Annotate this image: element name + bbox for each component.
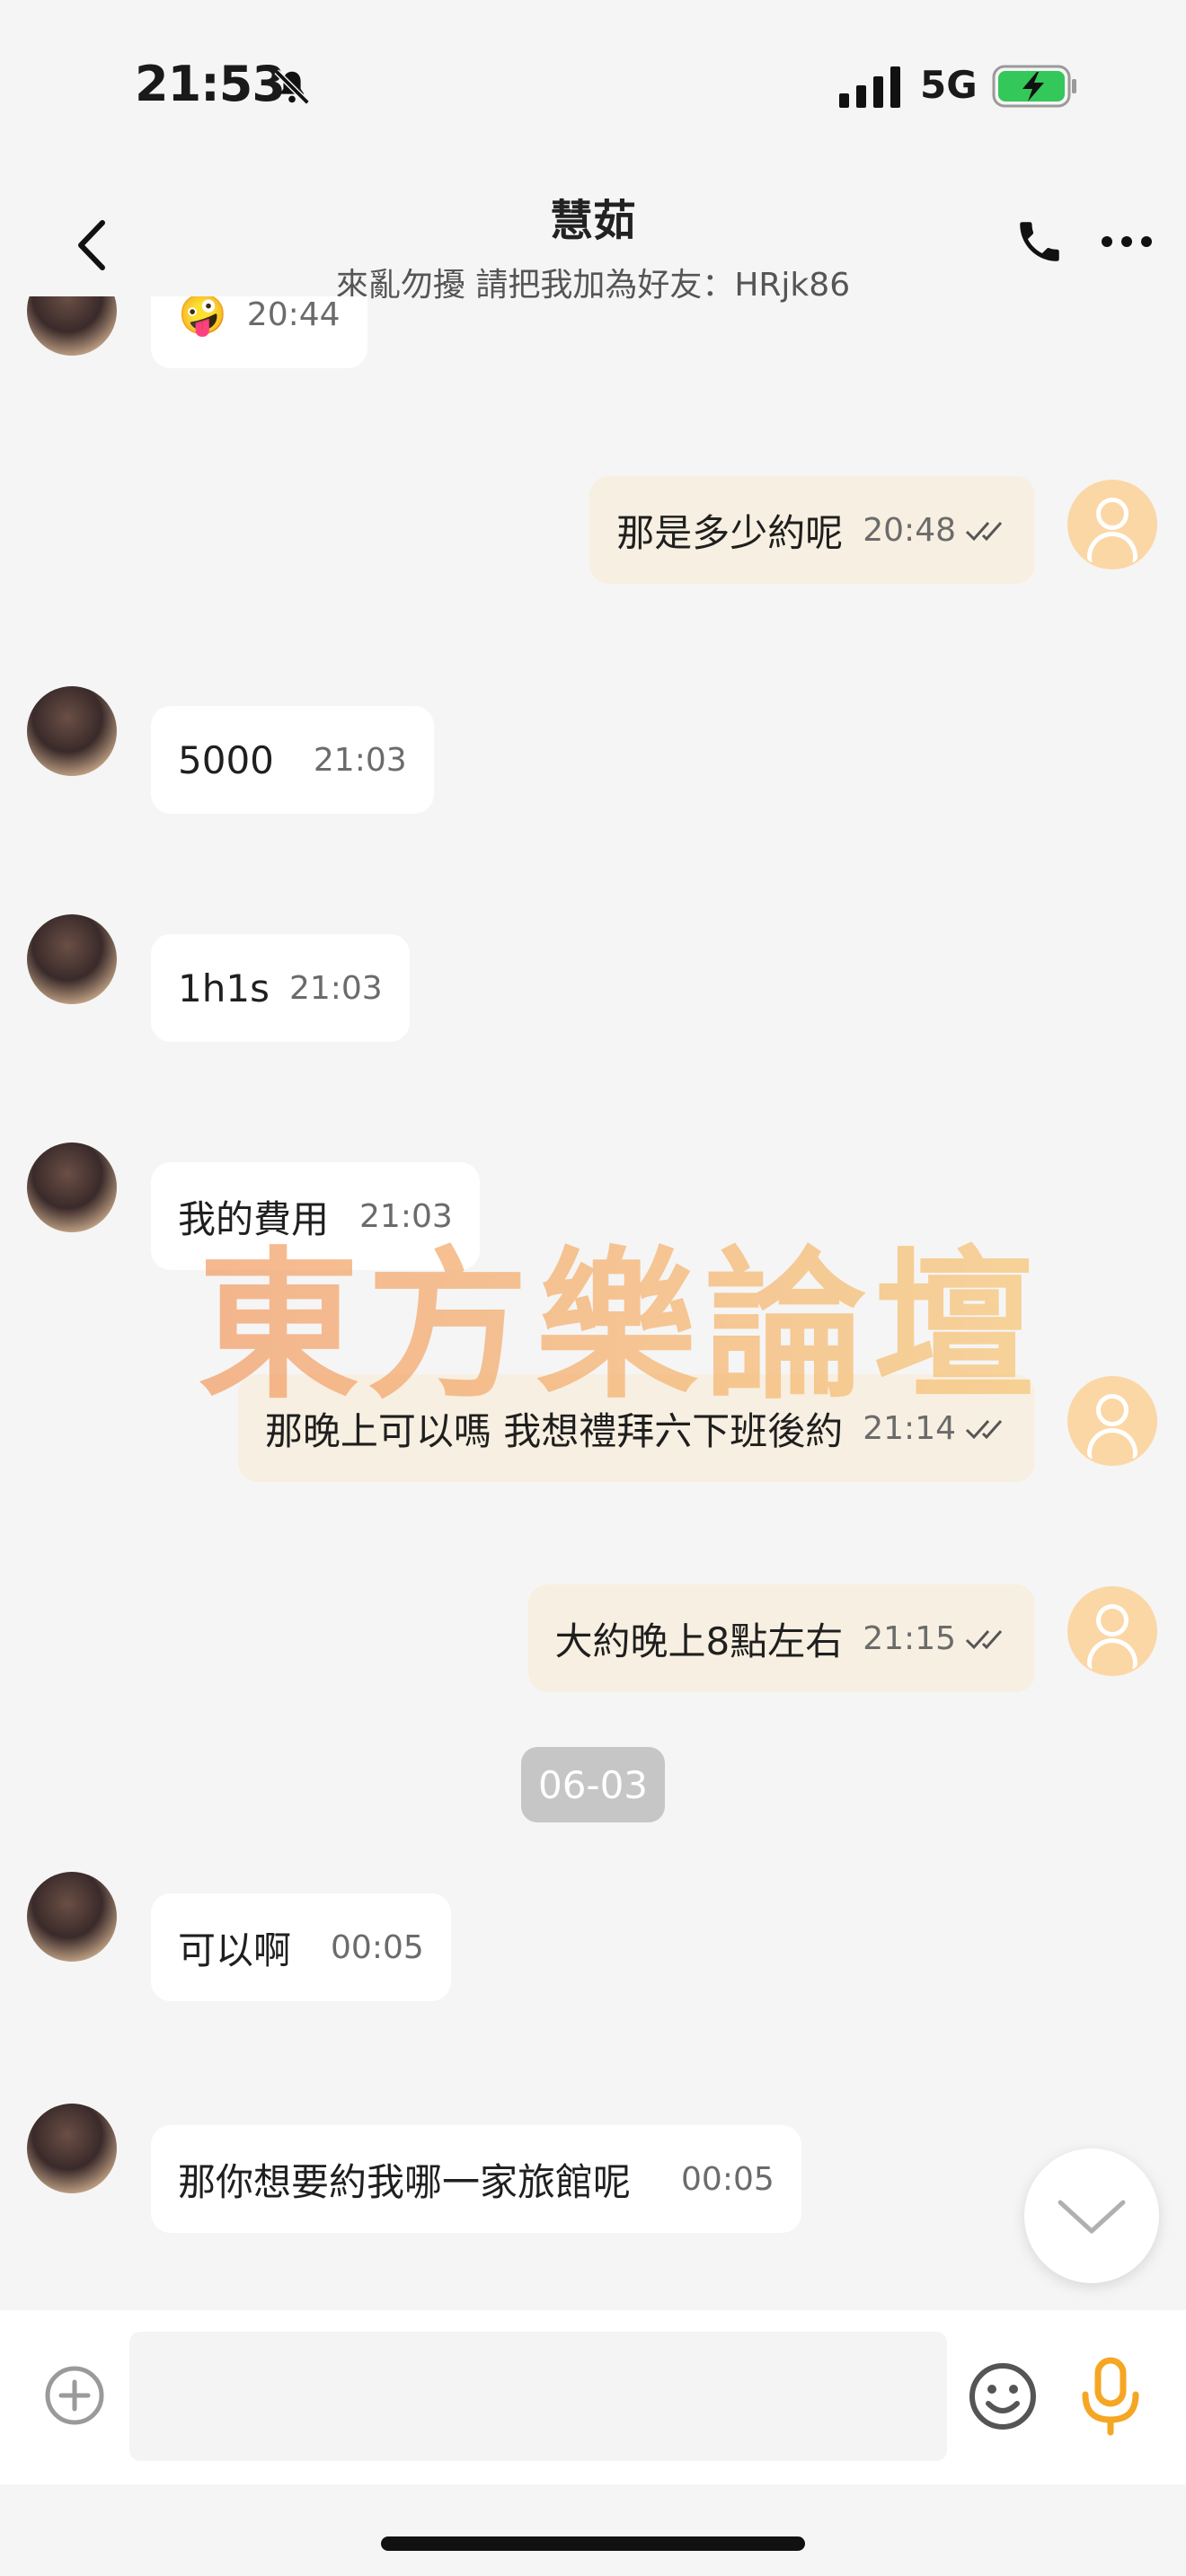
message-list[interactable]: 🤪 20:44 那是多少約呢 20:48 5000 21:03 1h1s 21:… <box>0 296 1186 2308</box>
contact-avatar[interactable] <box>27 2104 117 2193</box>
message-time: 20:44 <box>246 296 341 333</box>
contact-avatar[interactable] <box>27 686 117 776</box>
user-avatar[interactable] <box>1067 480 1157 569</box>
emoji-icon[interactable] <box>967 2360 1039 2432</box>
battery-charging-icon <box>992 65 1076 108</box>
chevron-down-icon <box>1058 2200 1126 2234</box>
chat-header: 慧茹 來亂勿擾 請把我加為好友：HRjk86 <box>0 162 1186 314</box>
message-time: 20:48 <box>863 511 956 549</box>
message-time: 21:03 <box>313 741 407 779</box>
message-bubble-incoming[interactable]: 我的費用 21:03 <box>151 1162 480 1270</box>
status-bar: 21:53 5G <box>0 0 1186 162</box>
emoji: 🤪 <box>178 296 227 338</box>
more-icon[interactable] <box>1100 230 1154 253</box>
message-text: 大約晚上8點左右 <box>554 1619 844 1663</box>
network-type: 5G <box>920 63 978 107</box>
message-bubble-outgoing[interactable]: 大約晚上8點左右 21:15 <box>527 1584 1035 1692</box>
message-text: 1h1s <box>178 966 270 1010</box>
message-text: 那你想要約我哪一家旅館呢 <box>178 2159 632 2204</box>
contact-name: 慧茹 <box>549 196 636 246</box>
date-divider: 06-03 <box>521 1747 665 1822</box>
double-check-icon <box>965 1420 1003 1440</box>
message-time: 21:14 <box>863 1409 956 1447</box>
contact-avatar[interactable] <box>27 1872 117 1962</box>
contact-avatar[interactable] <box>27 914 117 1004</box>
message-text: 那晚上可以嗎 我想禮拜六下班後約 <box>264 1408 844 1453</box>
double-check-icon <box>965 1630 1003 1650</box>
message-time: 21:03 <box>288 969 383 1007</box>
message-bubble-incoming[interactable]: 1h1s 21:03 <box>151 934 410 1042</box>
message-bubble-incoming[interactable]: 🤪 20:44 <box>151 296 367 368</box>
message-bubble-incoming[interactable]: 那你想要約我哪一家旅館呢 00:05 <box>151 2125 801 2233</box>
message-time: 00:05 <box>681 2160 774 2198</box>
composer-bar <box>0 2310 1186 2484</box>
message-bubble-outgoing[interactable]: 那晚上可以嗎 我想禮拜六下班後約 21:14 <box>237 1374 1035 1482</box>
phone-icon[interactable] <box>1013 216 1066 268</box>
contact-avatar[interactable] <box>27 296 117 356</box>
contact-avatar[interactable] <box>27 1142 117 1232</box>
message-text: 可以啊 <box>178 1928 292 1972</box>
status-time: 21:53 <box>135 56 286 112</box>
user-avatar[interactable] <box>1067 1586 1157 1676</box>
bell-muted-icon <box>274 69 310 105</box>
double-check-icon <box>965 522 1003 542</box>
microphone-icon[interactable] <box>1075 2357 1146 2436</box>
plus-icon[interactable] <box>43 2364 106 2427</box>
user-avatar[interactable] <box>1067 1376 1157 1466</box>
message-bubble-outgoing[interactable]: 那是多少約呢 20:48 <box>589 476 1035 584</box>
home-area <box>0 2484 1186 2576</box>
message-time: 00:05 <box>331 1928 424 1966</box>
message-text: 5000 <box>178 737 274 782</box>
message-bubble-incoming[interactable]: 可以啊 00:05 <box>151 1893 451 2001</box>
message-text: 那是多少約呢 <box>616 510 844 555</box>
message-text: 我的費用 <box>178 1196 330 1241</box>
signal-icon <box>839 66 900 108</box>
scroll-to-bottom-button[interactable] <box>1024 2148 1159 2283</box>
message-bubble-incoming[interactable]: 5000 21:03 <box>151 706 434 814</box>
message-time: 21:03 <box>359 1197 453 1235</box>
message-input[interactable] <box>129 2332 947 2461</box>
message-time: 21:15 <box>863 1619 956 1657</box>
home-indicator[interactable] <box>381 2536 805 2551</box>
